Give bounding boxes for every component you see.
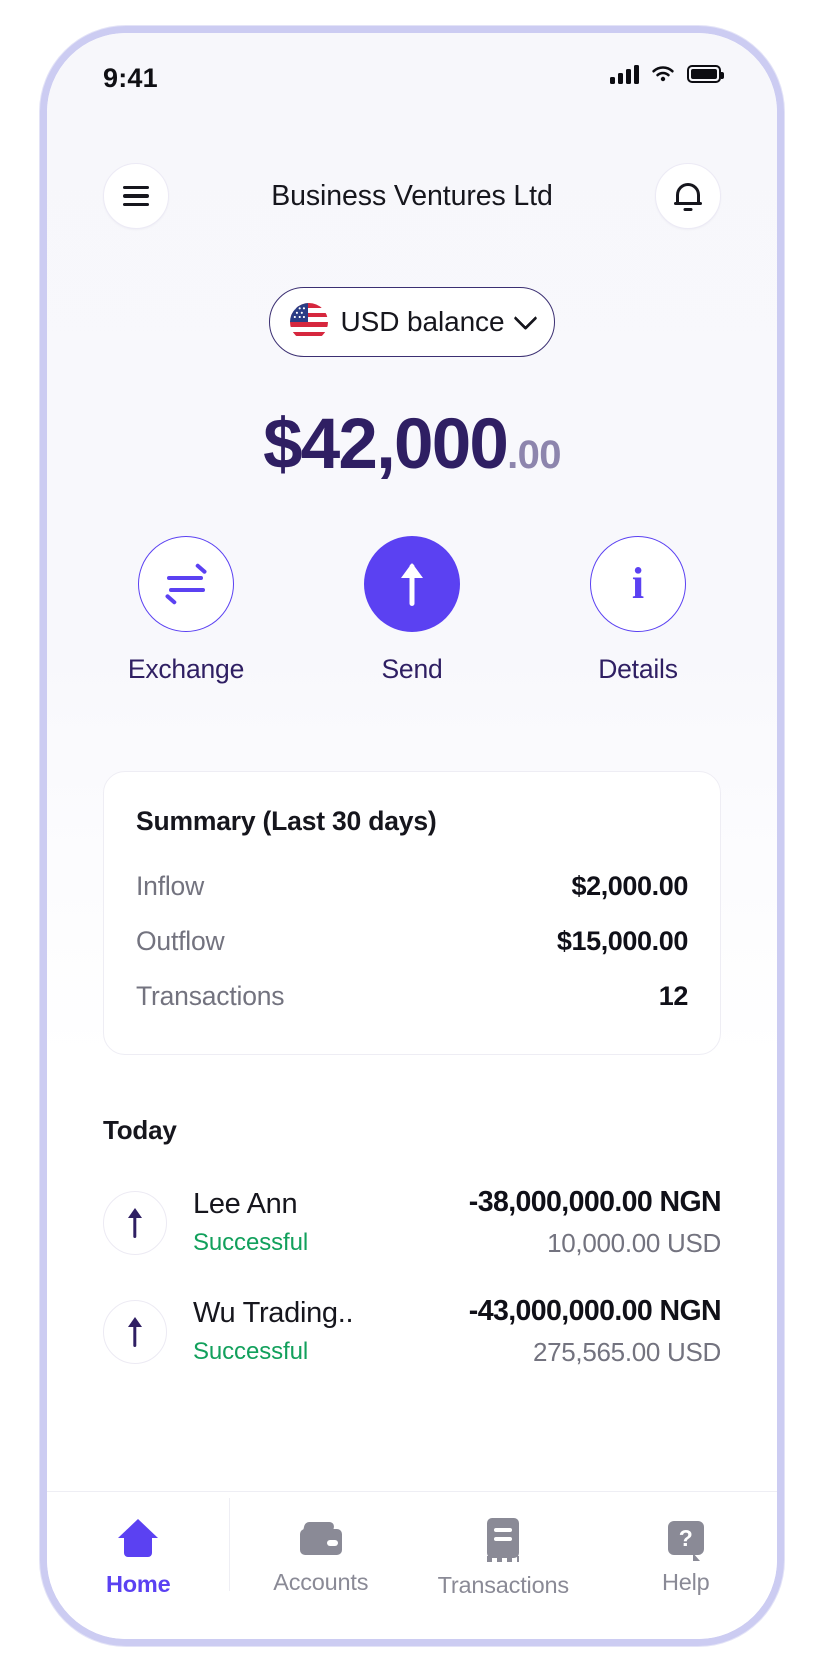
bell-icon xyxy=(674,180,702,212)
transaction-direction-badge xyxy=(103,1190,167,1255)
transaction-amount: -43,000,000.00 NGN xyxy=(468,1295,722,1327)
table-row[interactable]: Lee Ann Successful -38,000,000.00 NGN 10… xyxy=(103,1170,722,1279)
transactions-group-heading: Today xyxy=(103,1115,177,1145)
action-label-details: Details xyxy=(598,654,678,684)
screenshot-stage: 9:41 Business Ventures Ltd USD balance $… xyxy=(0,0,824,1672)
receipt-icon xyxy=(487,1518,520,1562)
info-icon: i xyxy=(631,559,645,609)
currency-selector[interactable]: USD balance xyxy=(269,287,555,357)
action-exchange[interactable]: Exchange xyxy=(105,536,267,685)
balance-section: USD balance $42,000.00 xyxy=(47,229,777,480)
summary-value-inflow: $2,000.00 xyxy=(571,871,688,901)
transaction-converted-amount: 10,000.00 USD xyxy=(547,1228,721,1258)
exchange-arrows-icon xyxy=(164,562,208,606)
tab-label-transactions: Transactions xyxy=(437,1572,569,1598)
transaction-info: Wu Trading.. Successful xyxy=(193,1297,443,1366)
balance-amount: $42,000.00 xyxy=(103,409,721,480)
transaction-info: Lee Ann Successful xyxy=(193,1188,443,1257)
summary-row-inflow: Inflow $2,000.00 xyxy=(136,859,688,914)
bottom-navigation: Home Accounts Transactions ? Help xyxy=(47,1491,777,1639)
tab-transactions[interactable]: Transactions xyxy=(412,1492,595,1625)
home-icon xyxy=(118,1519,159,1557)
status-badge: Successful xyxy=(193,1338,309,1365)
summary-value-outflow: $15,000.00 xyxy=(556,926,689,956)
tab-label-accounts: Accounts xyxy=(273,1568,369,1595)
arrow-up-icon xyxy=(124,1207,146,1238)
summary-row-outflow: Outflow $15,000.00 xyxy=(136,914,688,969)
tab-label-help: Help xyxy=(661,1569,710,1595)
page-title: Business Ventures Ltd xyxy=(271,179,553,212)
summary-label-outflow: Outflow xyxy=(136,926,225,956)
summary-label-inflow: Inflow xyxy=(136,871,205,901)
battery-icon xyxy=(687,65,724,83)
wifi-icon xyxy=(652,66,674,82)
summary-value-transactions: 12 xyxy=(658,981,689,1011)
action-send[interactable]: Send xyxy=(331,536,493,685)
details-button[interactable]: i xyxy=(590,536,686,632)
wallet-icon xyxy=(299,1521,342,1555)
tab-help[interactable]: ? Help xyxy=(595,1492,778,1625)
us-flag-icon xyxy=(289,303,328,341)
currency-label: USD balance xyxy=(340,306,505,337)
transaction-name: Wu Trading.. xyxy=(193,1297,354,1329)
transaction-amounts: -43,000,000.00 NGN 275,565.00 USD xyxy=(468,1295,722,1368)
summary-card: Summary (Last 30 days) Inflow $2,000.00 … xyxy=(103,771,721,1055)
phone-screen: 9:41 Business Ventures Ltd USD balance $… xyxy=(47,33,777,1639)
arrow-up-icon xyxy=(124,1316,146,1347)
status-bar: 9:41 xyxy=(47,33,777,125)
summary-label-transactions: Transactions xyxy=(136,981,285,1011)
status-badge: Successful xyxy=(193,1229,309,1256)
app-header: Business Ventures Ltd xyxy=(47,125,777,229)
arrow-up-icon xyxy=(395,562,429,606)
transaction-converted-amount: 275,565.00 USD xyxy=(532,1337,721,1367)
help-chat-icon: ? xyxy=(667,1521,704,1561)
hamburger-menu-icon xyxy=(123,185,149,207)
transaction-direction-badge xyxy=(103,1299,167,1364)
tab-label-home: Home xyxy=(106,1571,171,1597)
exchange-button[interactable] xyxy=(138,536,234,632)
balance-amount-cents: .00 xyxy=(507,433,561,477)
transactions-section: Today Lee Ann Successful -38,000,000.00 … xyxy=(103,1115,722,1491)
transaction-amount: -38,000,000.00 NGN xyxy=(468,1186,722,1218)
quick-actions: Exchange Send i Details xyxy=(47,536,777,685)
send-button[interactable] xyxy=(364,536,460,632)
balance-amount-main: $42,000 xyxy=(263,405,509,484)
status-icons xyxy=(610,63,724,84)
status-time: 9:41 xyxy=(103,63,158,93)
cellular-signal-icon xyxy=(610,64,639,84)
table-row[interactable]: Wu Trading.. Successful -43,000,000.00 N… xyxy=(103,1279,722,1388)
transaction-amounts: -38,000,000.00 NGN 10,000.00 USD xyxy=(468,1186,722,1259)
phone-frame: 9:41 Business Ventures Ltd USD balance $… xyxy=(40,26,784,1646)
tab-home[interactable]: Home xyxy=(47,1492,230,1625)
transaction-name: Lee Ann xyxy=(193,1188,298,1220)
tab-accounts[interactable]: Accounts xyxy=(230,1492,413,1625)
notification-button[interactable] xyxy=(655,163,721,229)
action-details[interactable]: i Details xyxy=(557,536,719,685)
summary-row-transactions: Transactions 12 xyxy=(136,969,688,1024)
hamburger-menu-button[interactable] xyxy=(103,163,169,229)
action-label-exchange: Exchange xyxy=(127,654,245,684)
summary-title: Summary (Last 30 days) xyxy=(136,806,437,836)
chevron-down-icon xyxy=(513,305,538,330)
action-label-send: Send xyxy=(381,654,443,684)
